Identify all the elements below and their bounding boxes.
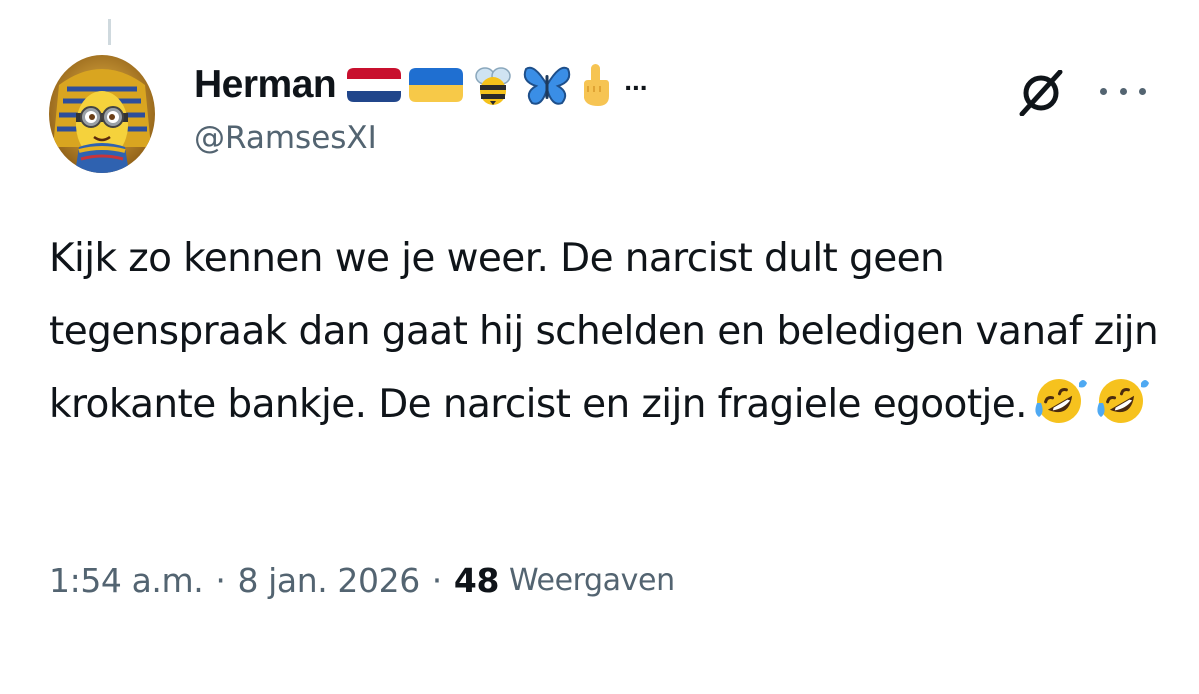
dot — [1139, 87, 1146, 95]
ukraine-flag-icon — [408, 66, 464, 104]
dot — [1100, 87, 1107, 95]
butterfly-icon — [522, 63, 572, 107]
dot — [1119, 87, 1127, 95]
tweet-time[interactable]: 1:54 a.m. — [49, 561, 204, 600]
pharaoh-minion-avatar-icon — [49, 55, 155, 173]
tweet-emojis — [1031, 373, 1155, 429]
tweet-text: Kijk zo kennen we je weer. De narcist du… — [49, 222, 1159, 441]
author-display-name[interactable]: Herman — [194, 63, 337, 107]
tweet-card: Herman ... @RamsesXI Kijk zo kennen we j… — [0, 0, 1199, 694]
tweet-meta: 1:54 a.m. · 8 jan. 2026 · 48 Weergaven — [49, 556, 675, 604]
tweet-date[interactable]: 8 jan. 2026 — [237, 561, 420, 600]
netherlands-flag-icon — [346, 66, 402, 104]
tweet-text-content: Kijk zo kennen we je weer. De narcist du… — [49, 236, 1170, 427]
name-badges: ... — [346, 62, 648, 108]
views-count[interactable]: 48 — [454, 561, 500, 600]
middle-finger-icon — [578, 62, 614, 108]
grok-icon[interactable] — [1012, 69, 1070, 117]
more-options-icon[interactable] — [1100, 76, 1146, 106]
bee-icon — [470, 63, 516, 107]
meta-separator: · — [215, 560, 226, 600]
rolling-on-floor-laughing-icon — [1031, 373, 1087, 429]
author-name-row[interactable]: Herman ... — [194, 58, 648, 112]
thread-connector-line — [108, 19, 111, 45]
avatar[interactable] — [49, 55, 155, 173]
meta-separator: · — [431, 560, 442, 600]
author-handle[interactable]: @RamsesXI — [194, 120, 377, 156]
rolling-on-floor-laughing-icon — [1093, 373, 1149, 429]
views-label[interactable]: Weergaven — [509, 563, 675, 598]
more-badges-ellipsis: ... — [624, 65, 648, 96]
